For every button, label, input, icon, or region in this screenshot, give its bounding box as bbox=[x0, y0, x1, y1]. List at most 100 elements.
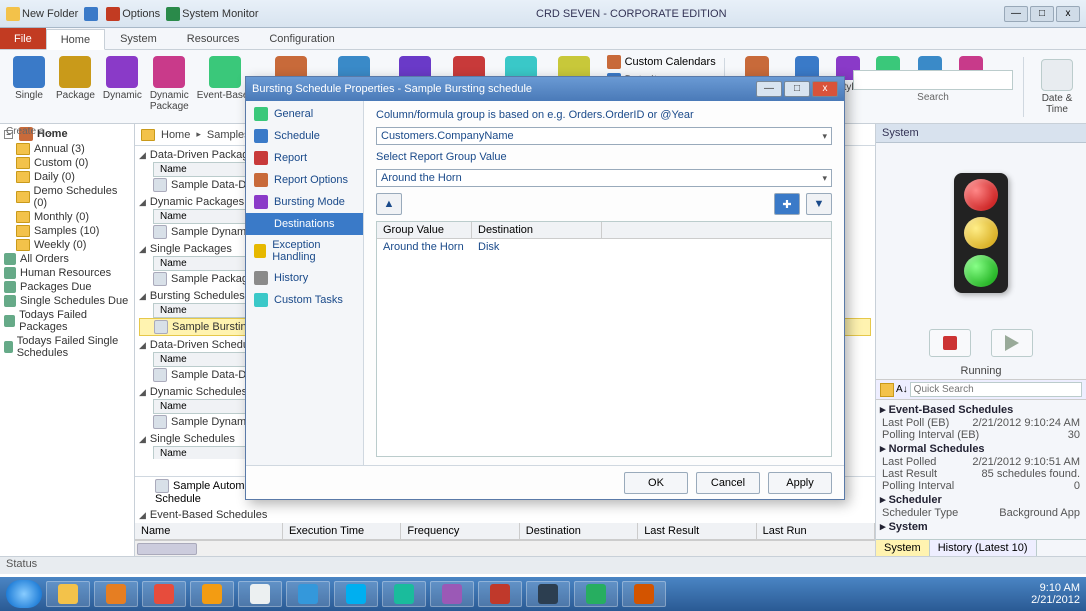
system-tab[interactable]: System bbox=[876, 540, 930, 556]
dialog-maximize-button[interactable]: □ bbox=[784, 81, 810, 97]
taskbar-item[interactable] bbox=[526, 581, 570, 607]
dialog-close-button[interactable]: x bbox=[812, 81, 838, 97]
folder-icon bbox=[16, 171, 30, 183]
dialog-nav-item[interactable]: Destinations bbox=[246, 213, 363, 235]
sys-section-header[interactable]: ▸ Normal Schedules bbox=[880, 441, 1082, 456]
start-button[interactable] bbox=[6, 580, 42, 608]
menu-tab[interactable]: Resources bbox=[172, 28, 255, 49]
column-group-combo[interactable]: Customers.CompanyName ▾ bbox=[376, 127, 832, 145]
taskbar-item[interactable] bbox=[286, 581, 330, 607]
ribbon-button[interactable]: Dynamic bbox=[99, 54, 146, 114]
qat-item[interactable]: New Folder bbox=[6, 7, 78, 21]
taskbar-item[interactable] bbox=[142, 581, 186, 607]
taskbar-item[interactable] bbox=[382, 581, 426, 607]
tree-folder[interactable]: Monthly (0) bbox=[2, 210, 132, 224]
tree-folder[interactable]: Weekly (0) bbox=[2, 238, 132, 252]
taskbar-item[interactable] bbox=[574, 581, 618, 607]
tree-smartfolder[interactable]: Todays Failed Single Schedules bbox=[2, 334, 132, 360]
collapse-icon[interactable]: ◢ bbox=[139, 244, 146, 255]
move-up-button[interactable]: ▲ bbox=[376, 193, 402, 215]
sys-section-header[interactable]: ▸ Scheduler bbox=[880, 492, 1082, 507]
collapse-icon[interactable]: ◢ bbox=[139, 387, 146, 398]
breadcrumb-item[interactable]: Home bbox=[161, 129, 190, 141]
qat-item[interactable]: Options bbox=[106, 7, 160, 21]
categorize-icon[interactable] bbox=[880, 383, 894, 397]
grid-col-group[interactable]: Group Value bbox=[377, 222, 472, 238]
file-tab[interactable]: File bbox=[0, 28, 46, 49]
play-button[interactable] bbox=[991, 329, 1033, 357]
ribbon-button[interactable]: Package bbox=[52, 54, 99, 114]
cancel-button[interactable]: Cancel bbox=[696, 472, 760, 494]
tree-smartfolder[interactable]: Human Resources bbox=[2, 266, 132, 280]
taskbar-item[interactable] bbox=[238, 581, 282, 607]
taskbar-item[interactable] bbox=[94, 581, 138, 607]
taskbar-item[interactable] bbox=[190, 581, 234, 607]
stop-button[interactable] bbox=[929, 329, 971, 357]
ribbon-button[interactable]: Dynamic Package bbox=[146, 54, 193, 114]
tree-folder[interactable]: Custom (0) bbox=[2, 156, 132, 170]
dialog-nav-item[interactable]: Custom Tasks bbox=[246, 289, 363, 311]
dialog-nav-item[interactable]: Schedule bbox=[246, 125, 363, 147]
dialog-nav: GeneralScheduleReportReport OptionsBurst… bbox=[246, 101, 364, 465]
ribbon-button[interactable]: Single bbox=[6, 54, 52, 114]
chevron-down-icon: ▾ bbox=[822, 131, 827, 142]
tree-smartfolder[interactable]: Todays Failed Packages bbox=[2, 308, 132, 334]
maximize-button[interactable]: □ bbox=[1030, 6, 1054, 22]
collapse-icon[interactable]: ◢ bbox=[139, 434, 146, 445]
dialog-nav-item[interactable]: Report Options bbox=[246, 169, 363, 191]
system-clock[interactable]: 9:10 AM 2/21/2012 bbox=[1031, 582, 1080, 606]
menu-tab[interactable]: Configuration bbox=[254, 28, 349, 49]
dialog-minimize-button[interactable]: — bbox=[756, 81, 782, 97]
menu-tab[interactable]: System bbox=[105, 28, 172, 49]
tree-folder[interactable]: Demo Schedules (0) bbox=[2, 184, 132, 210]
grid-row[interactable]: Around the Horn Disk bbox=[377, 239, 831, 255]
tree-smartfolder[interactable]: All Orders bbox=[2, 252, 132, 266]
breadcrumb-item[interactable]: Samples bbox=[207, 129, 250, 141]
search-input[interactable] bbox=[853, 70, 1013, 90]
grid-col-destination[interactable]: Destination bbox=[472, 222, 602, 238]
app-icon bbox=[346, 584, 366, 604]
sort-asc-icon[interactable]: A↓ bbox=[896, 384, 908, 395]
collapse-icon[interactable]: ◢ bbox=[139, 340, 146, 351]
menu-tab[interactable]: Home bbox=[46, 29, 105, 50]
dialog-nav-item[interactable]: Report bbox=[246, 147, 363, 169]
dialog-titlebar[interactable]: Bursting Schedule Properties - Sample Bu… bbox=[246, 77, 844, 101]
collapse-icon[interactable]: ◢ bbox=[139, 150, 146, 161]
ribbon-small-button[interactable]: Custom Calendars bbox=[603, 54, 720, 70]
move-down-button[interactable]: ▼ bbox=[806, 193, 832, 215]
tree-folder[interactable]: Annual (3) bbox=[2, 142, 132, 156]
qat-item[interactable] bbox=[84, 7, 100, 21]
dialog-nav-item[interactable]: Exception Handling bbox=[246, 235, 363, 267]
report-icon bbox=[155, 479, 169, 493]
taskbar-item[interactable] bbox=[478, 581, 522, 607]
sys-section-header[interactable]: ▸ Event-Based Schedules bbox=[880, 402, 1082, 417]
close-button[interactable]: x bbox=[1056, 6, 1080, 22]
collapse-icon[interactable]: ◢ bbox=[139, 510, 146, 521]
horizontal-scrollbar[interactable] bbox=[135, 540, 875, 556]
tree-smartfolder[interactable]: Packages Due bbox=[2, 280, 132, 294]
apply-button[interactable]: Apply bbox=[768, 472, 832, 494]
dialog-nav-item[interactable]: History bbox=[246, 267, 363, 289]
datetime-button[interactable]: Date & Time bbox=[1034, 57, 1080, 117]
collapse-icon[interactable]: ◢ bbox=[139, 291, 146, 302]
sys-section-header[interactable]: ▸ System bbox=[880, 519, 1082, 534]
add-button[interactable]: ✚ bbox=[774, 193, 800, 215]
quick-search-input[interactable] bbox=[910, 382, 1082, 397]
group-value-combo[interactable]: Around the Horn ▾ bbox=[376, 169, 832, 187]
tree-folder[interactable]: Daily (0) bbox=[2, 170, 132, 184]
qat-item[interactable]: System Monitor bbox=[166, 7, 258, 21]
taskbar-item[interactable] bbox=[622, 581, 666, 607]
ok-button[interactable]: OK bbox=[624, 472, 688, 494]
taskbar-item[interactable] bbox=[430, 581, 474, 607]
taskbar-item[interactable] bbox=[334, 581, 378, 607]
app-icon bbox=[250, 584, 270, 604]
taskbar-item[interactable] bbox=[46, 581, 90, 607]
dialog-nav-item[interactable]: General bbox=[246, 103, 363, 125]
collapse-icon[interactable]: ◢ bbox=[139, 197, 146, 208]
system-tab[interactable]: History (Latest 10) bbox=[930, 540, 1037, 556]
dialog-nav-item[interactable]: Bursting Mode bbox=[246, 191, 363, 213]
qat-icon bbox=[6, 7, 20, 21]
tree-smartfolder[interactable]: Single Schedules Due bbox=[2, 294, 132, 308]
tree-folder[interactable]: Samples (10) bbox=[2, 224, 132, 238]
minimize-button[interactable]: — bbox=[1004, 6, 1028, 22]
